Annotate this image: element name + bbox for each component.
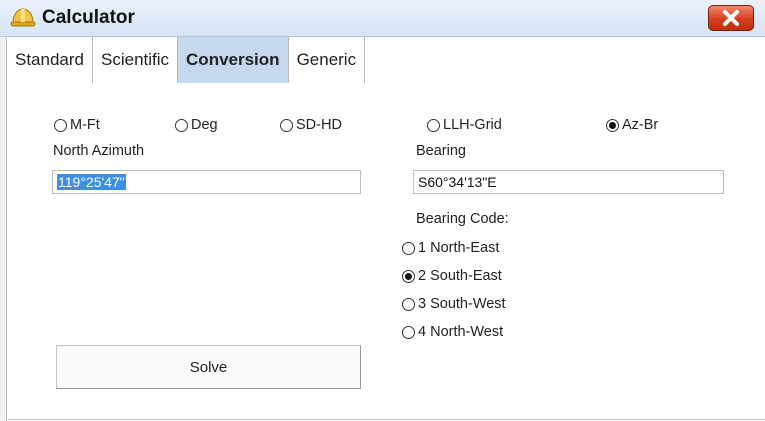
tab-scientific[interactable]: Scientific bbox=[93, 37, 179, 83]
radio-button[interactable] bbox=[402, 269, 415, 283]
radio-button[interactable] bbox=[54, 118, 67, 132]
bearing-value: S60°34'13"E bbox=[418, 174, 497, 190]
close-button[interactable] bbox=[708, 5, 754, 31]
tab-bar: Standard Scientific Conversion Generic bbox=[7, 37, 366, 83]
radio-north-east[interactable]: 1 North-East bbox=[402, 240, 499, 256]
title-bar: Calculator bbox=[0, 0, 765, 37]
radio-north-west[interactable]: 4 North-West bbox=[402, 324, 503, 340]
radio-label: 4 North-West bbox=[418, 324, 504, 340]
divider bbox=[7, 419, 765, 420]
radio-button[interactable] bbox=[402, 241, 415, 255]
bearing-field[interactable]: S60°34'13"E bbox=[413, 170, 724, 194]
radio-button[interactable] bbox=[402, 297, 415, 311]
radio-label: 3 South-West bbox=[418, 296, 506, 312]
radio-label: Az-Br bbox=[622, 117, 659, 133]
radio-label: M-Ft bbox=[70, 117, 100, 133]
bearing-code-label: Bearing Code: bbox=[416, 211, 509, 227]
radio-button[interactable] bbox=[427, 118, 440, 132]
solve-button[interactable]: Solve bbox=[56, 345, 361, 389]
bearing-label: Bearing bbox=[416, 143, 466, 159]
north-azimuth-label: North Azimuth bbox=[53, 143, 145, 159]
radio-button[interactable] bbox=[606, 118, 619, 132]
close-icon bbox=[723, 10, 739, 26]
radio-deg[interactable]: Deg bbox=[175, 117, 218, 133]
radio-label: 1 North-East bbox=[418, 240, 500, 256]
calculator-panel: Standard Scientific Conversion Generic M… bbox=[6, 37, 765, 421]
radio-m-ft[interactable]: M-Ft bbox=[54, 117, 100, 133]
radio-az-br[interactable]: Az-Br bbox=[606, 117, 658, 133]
radio-button[interactable] bbox=[402, 325, 415, 339]
hard-hat-icon bbox=[10, 6, 36, 28]
radio-label: SD-HD bbox=[296, 117, 342, 133]
north-azimuth-field[interactable]: 119°25'47" bbox=[52, 170, 361, 194]
window-title: Calculator bbox=[42, 7, 135, 28]
tab-standard[interactable]: Standard bbox=[7, 37, 93, 83]
radio-button[interactable] bbox=[280, 118, 293, 132]
tab-conversion[interactable]: Conversion bbox=[178, 37, 289, 83]
radio-south-east[interactable]: 2 South-East bbox=[402, 268, 502, 284]
radio-label: LLH-Grid bbox=[443, 117, 502, 133]
radio-label: Deg bbox=[191, 117, 218, 133]
radio-sd-hd[interactable]: SD-HD bbox=[280, 117, 342, 133]
north-azimuth-value: 119°25'47" bbox=[57, 174, 126, 190]
radio-llh-grid[interactable]: LLH-Grid bbox=[427, 117, 502, 133]
radio-button[interactable] bbox=[175, 118, 188, 132]
radio-label: 2 South-East bbox=[418, 268, 502, 284]
tab-generic[interactable]: Generic bbox=[288, 37, 366, 83]
radio-south-west[interactable]: 3 South-West bbox=[402, 296, 506, 312]
